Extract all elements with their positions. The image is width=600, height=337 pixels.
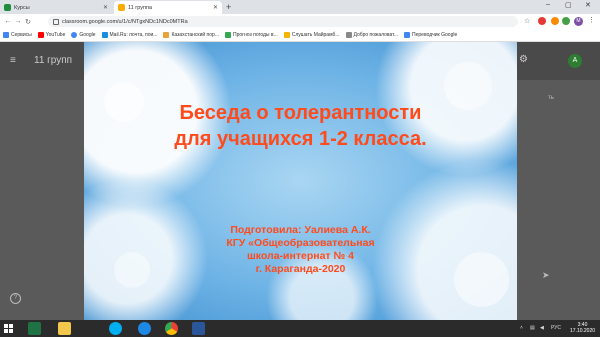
clock-date: 17.10.2020 <box>570 328 596 334</box>
bookmark-weather[interactable]: Прогноз погоды в... <box>222 32 281 38</box>
slide-title-line: Беседа о толерантности <box>179 102 422 124</box>
mailru-icon <box>101 32 108 38</box>
browser-toolbar: ← → ↻ classroom.google.com/u/1/c/NTgxNDc… <box>0 14 600 29</box>
bookmark-services[interactable]: Сервисы <box>0 32 35 38</box>
language-indicator[interactable]: РУС <box>551 325 561 331</box>
close-tab-icon[interactable]: ✕ <box>103 4 108 11</box>
browser-tab-strip: Курсы ✕ 11 группа ✕ + – ▢ ✕ <box>0 0 600 14</box>
slide-title-line: для учащихся 1-2 класса. <box>174 128 427 150</box>
bookmark-welcome[interactable]: Добро пожаловат... <box>343 32 402 38</box>
close-window-icon[interactable]: ✕ <box>585 1 591 9</box>
bookmark-translate[interactable]: Переводчик Google <box>401 32 460 38</box>
bookmark-music[interactable]: Слушать Майрамб... <box>281 32 343 38</box>
bookmarks-bar: Сервисы YouTube Google Mail.Ru: почта, п… <box>0 29 600 42</box>
bookmark-label: Google <box>79 32 96 38</box>
bookmark-label: Прогноз погоды в... <box>232 32 278 38</box>
start-button[interactable] <box>4 324 13 333</box>
class-title: 11 групп <box>34 55 73 66</box>
back-icon[interactable]: ← <box>3 18 13 25</box>
welcome-icon <box>345 32 352 38</box>
browser-menu-icon[interactable]: ⋮ <box>588 16 595 24</box>
tab-label: Курсы <box>14 4 30 11</box>
tab-label: 11 группа <box>128 4 153 11</box>
bookmark-label: Переводчик Google <box>412 32 458 38</box>
tray-arrow-icon[interactable]: ˄ <box>520 325 523 331</box>
help-icon[interactable]: ? <box>10 293 21 304</box>
classroom-favicon-icon <box>4 4 11 11</box>
author-line: школа-интернат № 4 <box>247 250 354 262</box>
bookmark-label: Mail.Ru: почта, пои... <box>109 32 158 38</box>
translate-icon <box>404 32 411 38</box>
word-icon[interactable] <box>192 322 205 335</box>
skype-icon[interactable] <box>109 322 122 335</box>
presentation-slide: Беседа о толерантности для учащихся 1-2 … <box>84 42 517 320</box>
volume-icon[interactable]: ◀ <box>540 325 544 331</box>
bookmark-label: Сервисы <box>11 32 32 38</box>
bookmark-label: Казахстанский пор... <box>171 32 219 38</box>
classroom-favicon-icon <box>118 4 125 11</box>
bookmark-star-icon[interactable]: ☆ <box>524 17 530 25</box>
excel-icon[interactable] <box>28 322 41 335</box>
clock[interactable]: 3:40 17.10.2020 <box>570 322 595 334</box>
apps-icon <box>3 32 9 38</box>
author-line: г. Караганда-2020 <box>255 263 346 275</box>
bookmark-label: YouTube <box>45 32 66 38</box>
menu-icon[interactable]: ≡ <box>10 55 16 66</box>
extension-icon[interactable] <box>551 17 559 25</box>
forward-icon[interactable]: → <box>13 18 23 25</box>
bookmark-youtube[interactable]: YouTube <box>35 32 69 38</box>
tab-courses[interactable]: Курсы ✕ <box>0 1 112 14</box>
maximize-icon[interactable]: ▢ <box>565 1 572 9</box>
lock-icon <box>53 18 59 25</box>
files-icon[interactable] <box>58 322 71 335</box>
weather-icon <box>224 32 231 38</box>
author-line: Подготовила: Уалиева А.К. <box>230 224 371 236</box>
windows-taskbar: ˄ ▤ ◀ РУС 3:40 17.10.2020 <box>0 320 600 337</box>
network-icon[interactable]: ▤ <box>530 325 535 331</box>
chrome-icon[interactable] <box>165 322 178 335</box>
bookmark-mailru[interactable]: Mail.Ru: почта, пои... <box>99 32 161 38</box>
music-icon <box>283 32 290 38</box>
account-avatar[interactable]: A <box>568 54 582 68</box>
tab-11-group[interactable]: 11 группа ✕ <box>114 1 222 14</box>
extension-icon[interactable] <box>538 17 546 25</box>
bookmark-label: Слушать Майрамб... <box>291 32 340 38</box>
address-bar[interactable]: classroom.google.com/u/1/c/NTgxNDc1NDc0M… <box>48 16 518 27</box>
bookmark-google[interactable]: Google <box>68 32 98 38</box>
slide-author-block: Подготовила: Уалиева А.К. КГУ «Общеобраз… <box>84 224 517 276</box>
bookmark-kz-portal[interactable]: Казахстанский пор... <box>160 32 222 38</box>
gear-icon[interactable]: ⚙ <box>519 54 528 65</box>
google-icon <box>71 32 78 38</box>
youtube-icon <box>37 32 44 38</box>
profile-avatar[interactable]: M <box>574 17 583 26</box>
minimize-icon[interactable]: – <box>546 1 550 8</box>
slide-title: Беседа о толерантности для учащихся 1-2 … <box>84 100 517 152</box>
new-tab-button[interactable]: + <box>226 2 231 12</box>
portal-icon <box>163 32 170 38</box>
reload-icon[interactable]: ↻ <box>23 18 33 26</box>
url-text: classroom.google.com/u/1/c/NTgxNDc1NDc0M… <box>62 18 188 25</box>
send-icon[interactable]: ➤ <box>542 270 550 281</box>
author-line: КГУ «Общеобразовательная <box>226 237 375 249</box>
side-text: ть <box>548 95 554 101</box>
ie-icon[interactable] <box>138 322 151 335</box>
extension-icon[interactable] <box>562 17 570 25</box>
bookmark-label: Добро пожаловат... <box>353 32 399 38</box>
close-tab-icon[interactable]: ✕ <box>213 4 218 11</box>
